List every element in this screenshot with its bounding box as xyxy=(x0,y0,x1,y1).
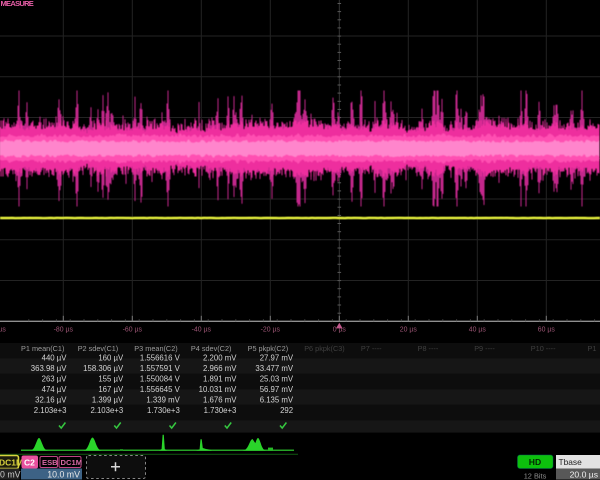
svg-text:-100 µs: -100 µs xyxy=(0,327,6,334)
svg-text:ESB: ESB xyxy=(42,458,58,467)
svg-text:C2: C2 xyxy=(24,458,35,468)
svg-text:40 µs: 40 µs xyxy=(469,327,487,334)
svg-text:1.730e+3: 1.730e+3 xyxy=(204,406,237,415)
svg-text:6.135 mV: 6.135 mV xyxy=(260,396,294,405)
svg-text:20 µs: 20 µs xyxy=(400,327,418,334)
svg-text:DC1M: DC1M xyxy=(0,458,23,468)
svg-text:1.730e+3: 1.730e+3 xyxy=(147,406,180,415)
svg-text:2.200 mV: 2.200 mV xyxy=(203,354,237,363)
svg-text:1.557591 V: 1.557591 V xyxy=(140,364,181,373)
svg-text:-60 µs: -60 µs xyxy=(123,327,143,334)
svg-text:12 Bits: 12 Bits xyxy=(524,472,547,480)
svg-text:P1 mean(C1): P1 mean(C1) xyxy=(21,344,64,353)
svg-text:1.399 µV: 1.399 µV xyxy=(92,396,124,405)
svg-text:1.550084 V: 1.550084 V xyxy=(140,375,181,384)
svg-text:P3 mean(C2): P3 mean(C2) xyxy=(134,344,177,353)
svg-text:-20 µs: -20 µs xyxy=(261,327,281,334)
svg-text:20.0 µs: 20.0 µs xyxy=(570,470,598,480)
svg-text:P9 ----: P9 ---- xyxy=(474,344,495,353)
svg-text:1.891 mV: 1.891 mV xyxy=(203,375,237,384)
svg-text:P6 pkpk(C3): P6 pkpk(C3) xyxy=(304,344,345,353)
svg-text:10.0 mV: 10.0 mV xyxy=(47,470,80,480)
svg-text:263 µV: 263 µV xyxy=(42,375,68,384)
svg-text:1.556616 V: 1.556616 V xyxy=(140,354,181,363)
svg-text:167 µV: 167 µV xyxy=(98,385,124,394)
svg-text:2.103e+3: 2.103e+3 xyxy=(34,406,67,415)
svg-text:60 µs: 60 µs xyxy=(538,327,556,334)
svg-text:1.556645 V: 1.556645 V xyxy=(140,385,181,394)
svg-text:P10 ----: P10 ---- xyxy=(531,344,556,353)
svg-text:158.306 µV: 158.306 µV xyxy=(83,364,124,373)
svg-text:155 µV: 155 µV xyxy=(98,375,124,384)
svg-text:474 µV: 474 µV xyxy=(42,385,68,394)
svg-text:1.339 mV: 1.339 mV xyxy=(146,396,180,405)
svg-text:HD: HD xyxy=(529,457,541,467)
svg-text:56.97 mV: 56.97 mV xyxy=(260,385,294,394)
svg-text:2.103e+3: 2.103e+3 xyxy=(90,406,123,415)
svg-text:292: 292 xyxy=(280,406,293,415)
svg-text:2.966 mV: 2.966 mV xyxy=(203,364,237,373)
svg-text:P2 sdev(C1): P2 sdev(C1) xyxy=(78,344,119,353)
svg-text:Tbase: Tbase xyxy=(559,457,583,467)
svg-text:-80 µs: -80 µs xyxy=(54,327,74,334)
svg-text:P8 ----: P8 ---- xyxy=(418,344,439,353)
svg-text:-40 µs: -40 µs xyxy=(192,327,212,334)
svg-text:P5 pkpk(C2): P5 pkpk(C2) xyxy=(248,344,289,353)
svg-text:1.676 mV: 1.676 mV xyxy=(203,396,237,405)
svg-text:32.16 µV: 32.16 µV xyxy=(35,396,67,405)
svg-text:P7 ----: P7 ---- xyxy=(361,344,382,353)
svg-text:DC1M: DC1M xyxy=(61,458,83,467)
svg-text:10.031 mV: 10.031 mV xyxy=(199,385,238,394)
svg-text:160 µV: 160 µV xyxy=(98,354,124,363)
svg-text:MEASURE: MEASURE xyxy=(1,0,34,8)
svg-text:0 mV: 0 mV xyxy=(0,470,21,480)
svg-text:P1: P1 xyxy=(588,344,597,353)
svg-text:440 µV: 440 µV xyxy=(42,354,68,363)
svg-text:363.98 µV: 363.98 µV xyxy=(31,364,68,373)
svg-text:25.03 mV: 25.03 mV xyxy=(260,375,294,384)
svg-text:33.477 mV: 33.477 mV xyxy=(255,364,294,373)
svg-text:P4 sdev(C2): P4 sdev(C2) xyxy=(191,344,232,353)
svg-text:27.97 mV: 27.97 mV xyxy=(260,354,294,363)
